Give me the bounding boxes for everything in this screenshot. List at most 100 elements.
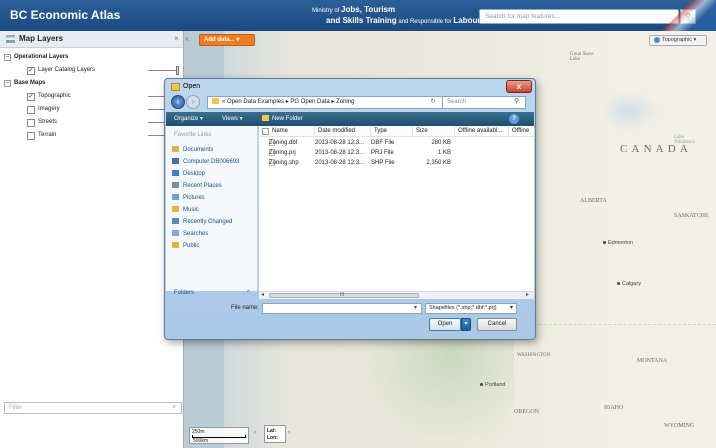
refresh-icon[interactable]: ↻	[427, 96, 439, 109]
layer-checkbox[interactable]	[27, 106, 35, 114]
basemap-selector[interactable]: Topographic ▾	[649, 35, 707, 46]
nav-item-pictures[interactable]: Pictures	[172, 193, 205, 204]
chevron-down-icon[interactable]: ▾	[414, 304, 417, 311]
tree-group-operational[interactable]: − Operational Layers	[0, 51, 183, 64]
basemap-label: Topographic ▾	[662, 37, 697, 43]
layer-checkbox[interactable]	[27, 132, 35, 140]
scroll-right-icon[interactable]: ▸	[526, 291, 529, 298]
address-breadcrumb[interactable]: « Open Data Examples ▸ PG Open Data ▸ Zo…	[207, 96, 443, 109]
basemap-imagery[interactable]: Imagery	[0, 103, 183, 116]
column-name[interactable]: Name	[269, 126, 315, 137]
layer-checkbox[interactable]: ✓	[27, 67, 35, 75]
nav-item-searches[interactable]: Searches	[172, 229, 208, 240]
file-row[interactable]: Zoning.prj 2013-08-28 12:3... PRJ File 1…	[259, 149, 534, 158]
ministry-name-1: Jobs, Tourism	[341, 5, 396, 14]
file-size: 2,350 KB	[426, 160, 451, 166]
horizontal-scrollbar[interactable]: ◂ III ▸	[259, 291, 534, 299]
organize-menu[interactable]: Organize ▾	[174, 112, 203, 126]
add-data-button[interactable]: Add data... ▾	[199, 34, 255, 46]
filter-clear-icon[interactable]: ×	[172, 404, 176, 411]
cancel-button[interactable]: Cancel	[477, 318, 517, 331]
nav-item-music[interactable]: Music	[172, 205, 199, 216]
ministry-logo: Ministry of Jobs, Tourism and Skills Tra…	[312, 5, 481, 27]
coords-toggle-icon[interactable]: ‹	[254, 430, 256, 436]
map-city-edmonton: Edmonton	[603, 240, 633, 246]
collapse-icon[interactable]: −	[4, 54, 11, 61]
new-folder-label: New Folder	[272, 116, 303, 122]
feature-search-input[interactable]: Search for map features...	[479, 9, 679, 24]
help-icon[interactable]: ?	[509, 114, 519, 124]
nav-item-computer[interactable]: Computer DB006693	[172, 157, 239, 168]
nav-item-label: Computer DB006693	[183, 159, 240, 165]
nav-item-recent-places[interactable]: Recent Places	[172, 181, 222, 192]
desktop-icon	[172, 170, 179, 177]
opacity-slider-handle[interactable]	[176, 66, 179, 75]
opacity-slider[interactable]	[148, 70, 178, 71]
column-offline-availability[interactable]: Offline availabi...	[455, 126, 509, 137]
file-type-select[interactable]: Shapefiles (*.shp;*.dbf;*.prj) ▾	[425, 303, 517, 314]
nav-item-label: Searches	[183, 231, 209, 237]
file-type: PRJ File	[371, 150, 394, 156]
collapse-icon[interactable]: −	[4, 80, 11, 87]
column-offline[interactable]: Offline	[509, 126, 534, 137]
map-label-wyoming: WYOMING	[664, 423, 695, 429]
public-folder-icon	[172, 242, 179, 249]
nav-item-public[interactable]: Public	[172, 241, 199, 252]
views-menu[interactable]: Views ▾	[222, 112, 243, 126]
column-date-modified[interactable]: Date modified	[315, 126, 371, 137]
nav-item-label: Documents	[183, 147, 214, 153]
layer-filter-input[interactable]: Filter	[4, 402, 182, 414]
flag-decoration	[656, 0, 716, 31]
layers-icon	[6, 35, 15, 43]
recent-places-icon	[172, 182, 179, 189]
dialog-close-button[interactable]: x	[506, 80, 532, 93]
basemap-topographic[interactable]: ✓ Topographic	[0, 90, 183, 103]
command-bar: Organize ▾ Views ▾ New Folder ?	[166, 112, 534, 126]
file-name-input[interactable]	[262, 303, 422, 314]
collapse-panel-icon[interactable]: «	[185, 33, 193, 46]
basemap-streets[interactable]: Streets	[0, 116, 183, 129]
coords-expand-icon[interactable]: ›	[288, 430, 290, 436]
basemap-terrain[interactable]: Terrain	[0, 129, 183, 142]
file-date: 2013-08-28 12:3...	[315, 150, 365, 156]
search-icon[interactable]: ⚲	[514, 97, 519, 105]
forward-arrow-icon[interactable]: ›	[186, 95, 200, 109]
map-layers-panel: Map Layers × − Operational Layers ✓ Laye…	[0, 31, 184, 448]
scale-bar: 250m 500km	[189, 427, 249, 444]
chevron-down-icon[interactable]: ▾	[510, 304, 513, 313]
file-row[interactable]: Zoning.dbf 2013-08-28 12:3... DBF File 2…	[259, 139, 534, 148]
nav-item-recently-changed[interactable]: Recently Changed	[172, 217, 232, 228]
folder-icon	[212, 98, 219, 105]
layer-label: Imagery	[38, 106, 60, 112]
nav-item-desktop[interactable]: Desktop	[172, 169, 205, 180]
back-arrow-icon[interactable]: ‹	[171, 95, 185, 109]
breadcrumb-path: « Open Data Examples ▸ PG Open Data ▸ Zo…	[222, 99, 355, 105]
file-row[interactable]: Zoning.shp 2013-08-28 12:3... SHP File 2…	[259, 159, 534, 168]
layer-label: Layer Catalog Layers	[38, 67, 96, 73]
file-type-value: Shapefiles (*.shp;*.dbf;*.prj)	[429, 305, 497, 311]
scroll-left-icon[interactable]: ◂	[261, 291, 264, 298]
open-split-dropdown[interactable]: ▾	[461, 318, 471, 331]
layer-checkbox[interactable]: ✓	[27, 93, 35, 101]
scrollbar-thumb[interactable]: III	[269, 292, 419, 298]
column-size[interactable]: Size	[413, 126, 455, 137]
lat-label: Lat:	[267, 428, 277, 434]
nav-item-documents[interactable]: Documents	[172, 145, 213, 156]
lon-label: Lon:	[267, 435, 278, 441]
ministry-name-2: and Skills Training	[326, 16, 397, 25]
file-date: 2013-08-28 12:3...	[315, 160, 365, 166]
map-city-portland: Portland	[480, 382, 506, 388]
tree-group-basemaps[interactable]: − Base Maps	[0, 77, 183, 90]
chevron-up-icon[interactable]: ^	[247, 290, 250, 296]
open-button[interactable]: Open	[429, 318, 461, 331]
layer-catalog-layers[interactable]: ✓ Layer Catalog Layers	[0, 64, 183, 77]
pictures-icon	[172, 194, 179, 201]
select-all-checkbox[interactable]	[262, 128, 269, 135]
layer-checkbox[interactable]	[27, 119, 35, 127]
panel-close-icon[interactable]: ×	[174, 34, 179, 43]
file-size: 280 KB	[431, 140, 451, 146]
folders-toggle[interactable]: Folders	[174, 290, 194, 296]
file-type: SHP File	[371, 160, 395, 166]
new-folder-button[interactable]: New Folder	[262, 112, 303, 126]
column-type[interactable]: Type	[371, 126, 413, 137]
